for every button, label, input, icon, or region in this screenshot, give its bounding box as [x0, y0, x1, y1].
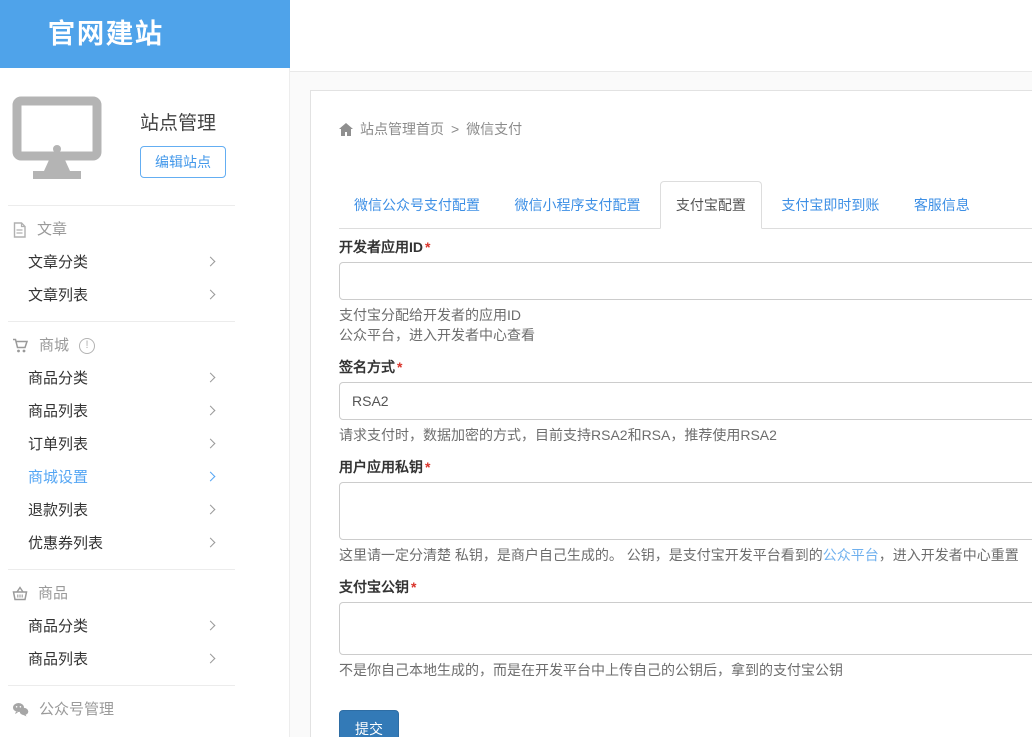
field-help-text: 支付宝分配给开发者的应用ID: [339, 305, 1032, 325]
chevron-right-icon: [206, 373, 216, 383]
site-management-title: 站点管理: [140, 108, 216, 135]
sidebar-item-goods-categories[interactable]: 商品分类: [0, 610, 290, 643]
breadcrumb-separator: >: [451, 121, 459, 137]
cart-icon: [12, 338, 29, 354]
chevron-right-icon: [206, 472, 216, 482]
sidebar-section-articles: 文章 文章分类 文章列表: [0, 206, 290, 321]
breadcrumb-home-link[interactable]: 站点管理首页: [360, 119, 444, 139]
sidebar-item-goods-list[interactable]: 商品列表: [0, 643, 290, 676]
chevron-right-icon: [206, 257, 216, 267]
sidebar-section-label: 文章: [37, 213, 67, 246]
tab-bar: 微信公众号支付配置 微信小程序支付配置 支付宝配置 支付宝即时到账 客服信息: [339, 181, 1032, 229]
sidebar-section-label: 公众号管理: [39, 693, 114, 726]
sidebar-section-label: 商城: [39, 329, 69, 362]
alipay-public-key-textarea[interactable]: [339, 602, 1032, 655]
sidebar-item-refund-list[interactable]: 退款列表: [0, 494, 290, 527]
field-label: 开发者应用ID*: [339, 238, 1032, 256]
sidebar-menu: 文章 文章分类 文章列表: [0, 205, 290, 735]
tab-wechat-miniprogram-pay[interactable]: 微信小程序支付配置: [499, 182, 655, 228]
top-navbar: [290, 0, 1032, 72]
sidebar-item-article-categories[interactable]: 文章分类: [0, 246, 290, 279]
field-help-text: 不是你自己本地生成的，而是在开发平台中上传自己的公钥后，拿到的支付宝公钥: [339, 660, 1032, 680]
sidebar-section-header-products: 商品: [0, 577, 290, 610]
chevron-right-icon: [206, 654, 216, 664]
chevron-right-icon: [206, 406, 216, 416]
required-marker: *: [425, 459, 430, 475]
sidebar-item-label: 订单列表: [28, 436, 88, 453]
content-panel: 站点管理首页 > 微信支付 微信公众号支付配置 微信小程序支付配置 支付宝配置 …: [310, 90, 1032, 737]
tab-alipay-config[interactable]: 支付宝配置: [660, 181, 762, 229]
sidebar-item-label: 商品分类: [28, 370, 88, 387]
required-marker: *: [425, 239, 430, 255]
main-area: 站点管理首页 > 微信支付 微信公众号支付配置 微信小程序支付配置 支付宝配置 …: [290, 72, 1032, 737]
form-group-private-key: 用户应用私钥* 这里请一定分清楚 私钥，是商户自己生成的。 公钥，是支付宝开发平…: [339, 458, 1032, 565]
field-label-text: 签名方式: [339, 359, 395, 375]
user-private-key-textarea[interactable]: [339, 482, 1032, 540]
field-help-text: 请求支付时，数据加密的方式，目前支持RSA2和RSA，推荐使用RSA2: [339, 425, 1032, 445]
form-group-alipay-public-key: 支付宝公钥* 不是你自己本地生成的，而是在开发平台中上传自己的公钥后，拿到的支付…: [339, 578, 1032, 680]
app-logo: 官网建站: [0, 0, 290, 68]
app-window: 官网建站 站点管理 编辑站点 文章: [0, 0, 1032, 737]
developer-app-id-input[interactable]: [339, 262, 1032, 300]
tab-customer-service[interactable]: 客服信息: [899, 182, 985, 228]
required-marker: *: [411, 579, 416, 595]
sidebar-item-product-categories[interactable]: 商品分类: [0, 362, 290, 395]
field-help-text: 这里请一定分清楚 私钥，是商户自己生成的。 公钥，是支付宝开发平台看到的公众平台…: [339, 545, 1032, 565]
home-icon: [339, 123, 353, 136]
sidebar-item-product-list[interactable]: 商品列表: [0, 395, 290, 428]
basket-icon: [12, 586, 28, 601]
submit-button[interactable]: 提交: [339, 710, 399, 737]
alert-circle-icon: !: [79, 338, 95, 354]
chevron-right-icon: [206, 505, 216, 515]
chevron-right-icon: [206, 290, 216, 300]
tab-alipay-instant[interactable]: 支付宝即时到账: [766, 182, 894, 228]
help-text-part: 这里请一定分清楚 私钥，是商户自己生成的。 公钥，是支付宝开发平台看到的: [339, 547, 823, 563]
form-group-app-id: 开发者应用ID* 支付宝分配给开发者的应用ID 公众平台，进入开发者中心查看: [339, 238, 1032, 345]
sidebar-item-label: 商品列表: [28, 403, 88, 420]
sidebar-item-label: 文章列表: [28, 287, 88, 304]
field-label-text: 用户应用私钥: [339, 459, 423, 475]
monitor-icon: [12, 96, 102, 180]
sidebar-item-order-list[interactable]: 订单列表: [0, 428, 290, 461]
field-label: 签名方式*: [339, 358, 1032, 376]
sidebar-section-header-mall: 商城 !: [0, 329, 290, 362]
sidebar-item-label: 退款列表: [28, 502, 88, 519]
alipay-config-form: 开发者应用ID* 支付宝分配给开发者的应用ID 公众平台，进入开发者中心查看 签…: [339, 238, 1032, 737]
required-marker: *: [397, 359, 402, 375]
field-label: 支付宝公钥*: [339, 578, 1032, 596]
edit-site-button[interactable]: 编辑站点: [140, 146, 226, 178]
sidebar-item-label: 文章分类: [28, 254, 88, 271]
sidebar-section-label: 商品: [38, 577, 68, 610]
sidebar-item-label: 商城设置: [28, 469, 88, 486]
sidebar-item-label: 商品列表: [28, 651, 88, 668]
sidebar: 站点管理 编辑站点 文章 文章分类 文章列表: [0, 68, 290, 737]
help-text-part: ，进入开发者中心重置: [879, 547, 1019, 563]
sidebar-item-article-list[interactable]: 文章列表: [0, 279, 290, 312]
field-label: 用户应用私钥*: [339, 458, 1032, 476]
sidebar-section-mall: 商城 ! 商品分类 商品列表 订单列表 商城设置: [0, 322, 290, 569]
sidebar-section-official-account: 公众号管理: [0, 686, 290, 735]
tab-wechat-official-pay[interactable]: 微信公众号支付配置: [339, 182, 495, 228]
sidebar-section-header-official-account[interactable]: 公众号管理: [0, 693, 290, 726]
chevron-right-icon: [206, 439, 216, 449]
sidebar-section-header-articles: 文章: [0, 213, 290, 246]
chevron-right-icon: [206, 538, 216, 548]
breadcrumb: 站点管理首页 > 微信支付: [339, 119, 1032, 139]
sidebar-section-products: 商品 商品分类 商品列表: [0, 570, 290, 685]
field-label-text: 支付宝公钥: [339, 579, 409, 595]
sidebar-item-mall-settings[interactable]: 商城设置: [0, 461, 290, 494]
sidebar-item-label: 优惠券列表: [28, 535, 103, 552]
field-help-text: 公众平台，进入开发者中心查看: [339, 325, 1032, 345]
wechat-icon: [12, 702, 29, 717]
chevron-right-icon: [206, 621, 216, 631]
sidebar-item-label: 商品分类: [28, 618, 88, 635]
public-platform-link[interactable]: 公众平台: [823, 547, 879, 563]
breadcrumb-current: 微信支付: [466, 119, 522, 139]
sidebar-item-coupon-list[interactable]: 优惠券列表: [0, 527, 290, 560]
sign-type-input[interactable]: [339, 382, 1032, 420]
form-group-sign-type: 签名方式* 请求支付时，数据加密的方式，目前支持RSA2和RSA，推荐使用RSA…: [339, 358, 1032, 445]
document-icon: [12, 222, 27, 238]
field-label-text: 开发者应用ID: [339, 239, 423, 255]
